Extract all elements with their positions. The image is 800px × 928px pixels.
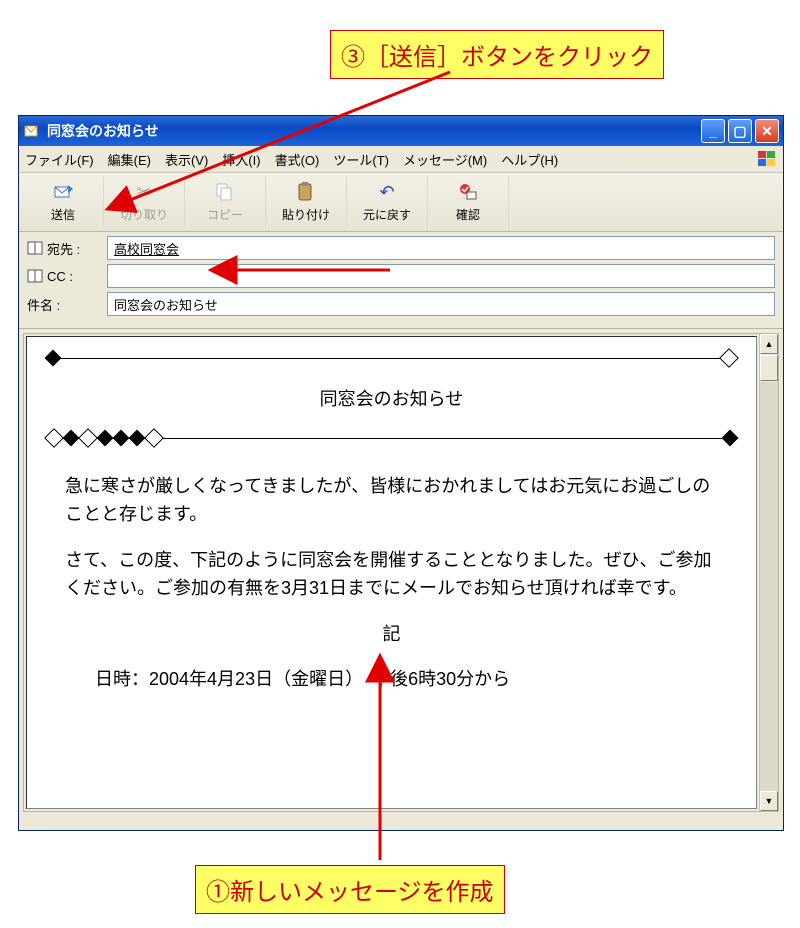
compose-window: 同窓会のお知らせ _ ▢ ✕ ファイル(F) 編集(E) 表示(V) 挿入(I)…	[18, 115, 784, 831]
menubar: ファイル(F) 編集(E) 表示(V) 挿入(I) 書式(O) ツール(T) メ…	[19, 146, 783, 173]
window-title: 同窓会のお知らせ	[47, 121, 701, 141]
check-label: 確認	[456, 206, 480, 223]
message-body[interactable]: 同窓会のお知らせ 急に寒さが厳しくなってきましたが、皆様におかれましてはお元気に…	[26, 336, 757, 809]
copy-button[interactable]: コピー	[185, 176, 266, 228]
scroll-thumb[interactable]	[760, 355, 778, 381]
body-text: 急に寒さが厳しくなってきましたが、皆様におかれましてはお元気にお過ごしのことと存…	[45, 473, 738, 694]
menu-file[interactable]: ファイル(F)	[25, 150, 94, 169]
menu-format[interactable]: 書式(O)	[275, 150, 320, 169]
copy-label: コピー	[207, 206, 243, 223]
body-title: 同窓会のお知らせ	[45, 385, 738, 411]
titlebar: 同窓会のお知らせ _ ▢ ✕	[19, 116, 783, 146]
paste-icon	[295, 181, 317, 203]
check-icon	[457, 181, 479, 203]
callout-step3: ③［送信］ボタンをクリック	[330, 30, 664, 79]
to-label[interactable]: 宛先 :	[27, 239, 107, 258]
scroll-down-button[interactable]: ▼	[760, 791, 778, 811]
undo-icon: ↶	[376, 181, 398, 203]
undo-label: 元に戻す	[363, 206, 411, 223]
send-icon	[52, 181, 74, 203]
close-button[interactable]: ✕	[755, 119, 779, 143]
callout-step1: ①新しいメッセージを作成	[195, 865, 505, 914]
divider-top	[45, 351, 738, 365]
toolbar: 送信 ✂ 切り取り コピー 貼り付け ↶ 元に戻す	[19, 173, 783, 232]
undo-button[interactable]: ↶ 元に戻す	[347, 176, 428, 228]
cc-label[interactable]: CC :	[27, 269, 107, 284]
header-fields: 宛先 : 高校同窓会 CC : 件名 : 同窓会のお知らせ	[19, 232, 783, 329]
subject-input[interactable]: 同窓会のお知らせ	[107, 292, 775, 316]
statusbar	[19, 816, 783, 830]
menu-tools[interactable]: ツール(T)	[333, 150, 389, 169]
cut-label: 切り取り	[120, 206, 168, 223]
menu-insert[interactable]: 挿入(I)	[222, 150, 260, 169]
subject-label: 件名 :	[27, 295, 107, 314]
menu-message[interactable]: メッセージ(M)	[403, 150, 487, 169]
paste-button[interactable]: 貼り付け	[266, 176, 347, 228]
send-label: 送信	[51, 206, 75, 223]
copy-icon	[214, 181, 236, 203]
scroll-up-button[interactable]: ▲	[760, 334, 778, 354]
vertical-scrollbar[interactable]: ▲ ▼	[759, 334, 778, 811]
cc-input[interactable]	[107, 264, 775, 288]
windows-flag-icon	[757, 150, 777, 168]
cut-button[interactable]: ✂ 切り取り	[104, 176, 185, 228]
check-button[interactable]: 確認	[428, 176, 509, 228]
maximize-button[interactable]: ▢	[728, 119, 752, 143]
address-book-icon	[27, 241, 43, 255]
to-input[interactable]: 高校同窓会	[107, 236, 775, 260]
window-icon	[23, 122, 41, 140]
minimize-button[interactable]: _	[701, 119, 725, 143]
menu-view[interactable]: 表示(V)	[165, 150, 208, 169]
send-button[interactable]: 送信	[23, 176, 104, 228]
menu-edit[interactable]: 編集(E)	[108, 150, 151, 169]
divider-deco	[45, 431, 738, 445]
address-book-icon	[27, 269, 43, 283]
cut-icon: ✂	[133, 181, 155, 203]
paste-label: 貼り付け	[282, 206, 330, 223]
menu-help[interactable]: ヘルプ(H)	[501, 150, 558, 169]
